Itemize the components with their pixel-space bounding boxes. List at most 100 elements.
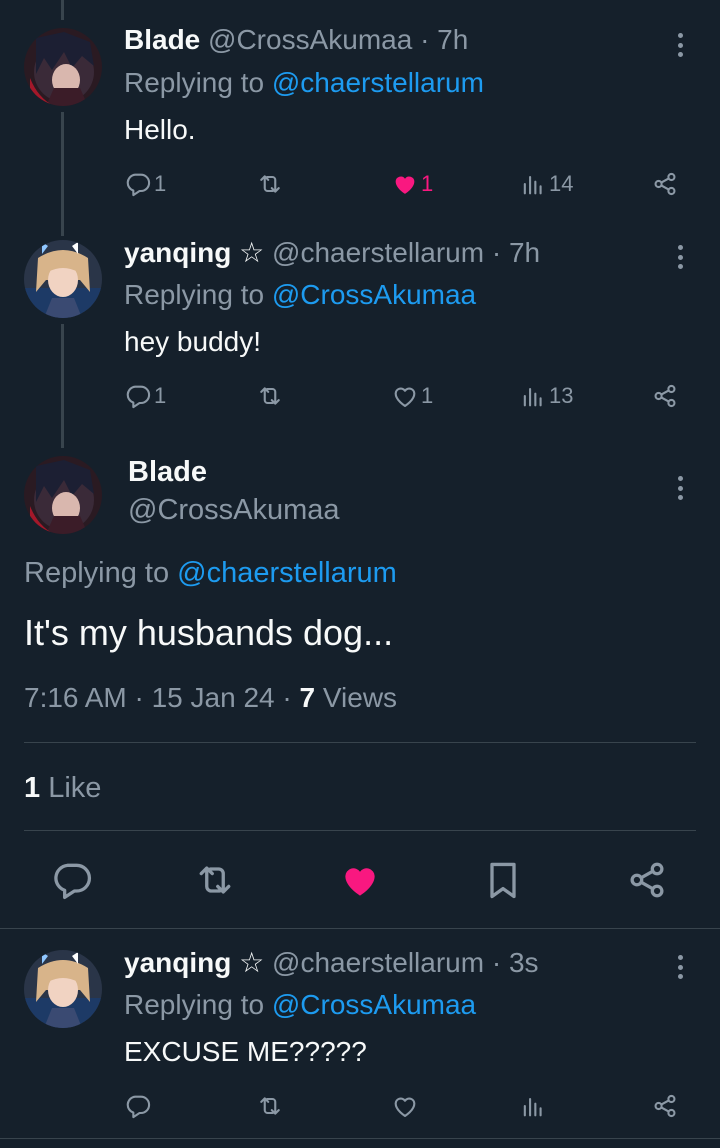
mention-link[interactable]: @chaerstellarum: [272, 67, 484, 98]
more-icon[interactable]: [670, 30, 690, 60]
tweet-header: Blade @CrossAkumaa · 7h: [124, 24, 468, 56]
avatar[interactable]: [24, 456, 102, 534]
likes-label: Like: [48, 772, 102, 804]
share-icon: [651, 382, 679, 410]
tweet-actions: [124, 1089, 694, 1123]
like-button[interactable]: 1: [391, 379, 433, 413]
replying-prefix: Replying to: [124, 279, 265, 310]
like-button[interactable]: [338, 858, 382, 902]
views-icon: [519, 1092, 547, 1120]
reply-button[interactable]: 1: [124, 167, 166, 201]
tweet-meta: 7:16 AM · 15 Jan 24 · 7 Views: [24, 682, 397, 714]
replying-prefix: Replying to: [124, 989, 265, 1020]
tweet-timestamp: 7:16 AM · 15 Jan 24 ·: [24, 682, 292, 713]
author-handle[interactable]: @chaerstellarum: [272, 237, 484, 268]
heart-icon: [391, 1092, 419, 1120]
reply-icon: [124, 382, 152, 410]
replying-prefix: Replying to: [124, 67, 265, 98]
retweet-icon: [256, 382, 284, 410]
retweet-button[interactable]: [256, 379, 284, 413]
tweet-text: hey buddy!: [124, 326, 261, 357]
divider: [0, 1138, 720, 1139]
retweet-icon: [193, 858, 237, 902]
author-name[interactable]: yanqing: [124, 947, 231, 978]
share-icon: [625, 858, 669, 902]
mention-link[interactable]: @CrossAkumaa: [272, 989, 476, 1020]
views-count: 7: [299, 682, 316, 713]
yanqing-avatar-image: [24, 240, 102, 318]
author-handle[interactable]: @CrossAkumaa: [128, 494, 340, 527]
avatar[interactable]: [24, 240, 102, 318]
retweet-icon: [256, 170, 284, 198]
thread-line: [61, 324, 64, 448]
retweet-icon: [256, 1092, 284, 1120]
tweet-time: · 7h: [491, 237, 541, 268]
tweet-text: Hello.: [124, 114, 196, 145]
share-button[interactable]: [625, 858, 669, 902]
retweet-button[interactable]: [256, 1089, 284, 1123]
thread-line: [61, 112, 64, 236]
author-name[interactable]: Blade: [124, 24, 200, 55]
bookmark-icon: [481, 858, 525, 902]
author-handle[interactable]: @chaerstellarum: [272, 947, 484, 978]
star-badge-icon: ☆: [239, 237, 265, 268]
tweet-header: yanqing ☆ @chaerstellarum · 3s: [124, 946, 539, 979]
views-icon: [519, 170, 547, 198]
retweet-button[interactable]: [256, 167, 284, 201]
tweet-actions: 1 1 14: [124, 167, 694, 201]
replying-to: Replying to @CrossAkumaa: [124, 279, 476, 311]
likes-summary[interactable]: 1 Like: [24, 772, 101, 805]
focused-actions: [0, 858, 720, 902]
reply-button[interactable]: 1: [124, 379, 166, 413]
share-button[interactable]: [651, 1089, 679, 1123]
tweet-text: EXCUSE ME?????: [124, 1036, 367, 1067]
views-button[interactable]: 14: [519, 167, 573, 201]
heart-icon: [391, 382, 419, 410]
reply-button[interactable]: [50, 858, 94, 902]
blade-avatar-image: [24, 456, 102, 534]
yanqing-avatar-image: [24, 950, 102, 1028]
divider: [0, 928, 720, 929]
views-button[interactable]: 13: [519, 379, 573, 413]
retweet-button[interactable]: [193, 858, 237, 902]
reply-count: 1: [154, 383, 167, 408]
replying-to: Replying to @chaerstellarum: [24, 557, 397, 590]
heart-icon: [391, 170, 419, 198]
tweet-time: · 3s: [491, 947, 539, 978]
tweet-time: · 7h: [420, 24, 469, 55]
replying-to: Replying to @chaerstellarum: [124, 67, 484, 99]
reply-count: 1: [154, 171, 167, 196]
bookmark-button[interactable]: [481, 858, 525, 902]
star-badge-icon: ☆: [239, 947, 265, 978]
thread-line: [61, 0, 64, 20]
share-button[interactable]: [651, 379, 679, 413]
views-label[interactable]: Views: [323, 682, 397, 713]
heart-icon: [338, 858, 382, 902]
more-icon[interactable]: [670, 952, 690, 982]
reply-button[interactable]: [124, 1089, 152, 1123]
mention-link[interactable]: @chaerstellarum: [177, 557, 397, 589]
reply-icon: [124, 1092, 152, 1120]
likes-count: 1: [24, 772, 41, 804]
replying-prefix: Replying to: [24, 557, 170, 589]
avatar[interactable]: [24, 28, 102, 106]
more-icon[interactable]: [670, 242, 690, 272]
divider: [24, 742, 696, 743]
tweet-text: It's my husbands dog...: [24, 612, 394, 653]
blade-avatar-image: [24, 28, 102, 106]
more-icon[interactable]: [670, 473, 690, 503]
mention-link[interactable]: @CrossAkumaa: [272, 279, 476, 310]
share-icon: [651, 170, 679, 198]
author-handle[interactable]: @CrossAkumaa: [208, 24, 412, 55]
author-name[interactable]: yanqing: [124, 237, 231, 268]
share-button[interactable]: [651, 167, 679, 201]
like-count: 1: [421, 171, 434, 196]
like-button[interactable]: 1: [391, 167, 433, 201]
like-button[interactable]: [391, 1089, 419, 1123]
avatar[interactable]: [24, 950, 102, 1028]
views-icon: [519, 382, 547, 410]
author-name[interactable]: Blade: [128, 456, 207, 489]
views-button[interactable]: [519, 1089, 547, 1123]
reply-icon: [50, 858, 94, 902]
views-count: 13: [549, 383, 574, 408]
